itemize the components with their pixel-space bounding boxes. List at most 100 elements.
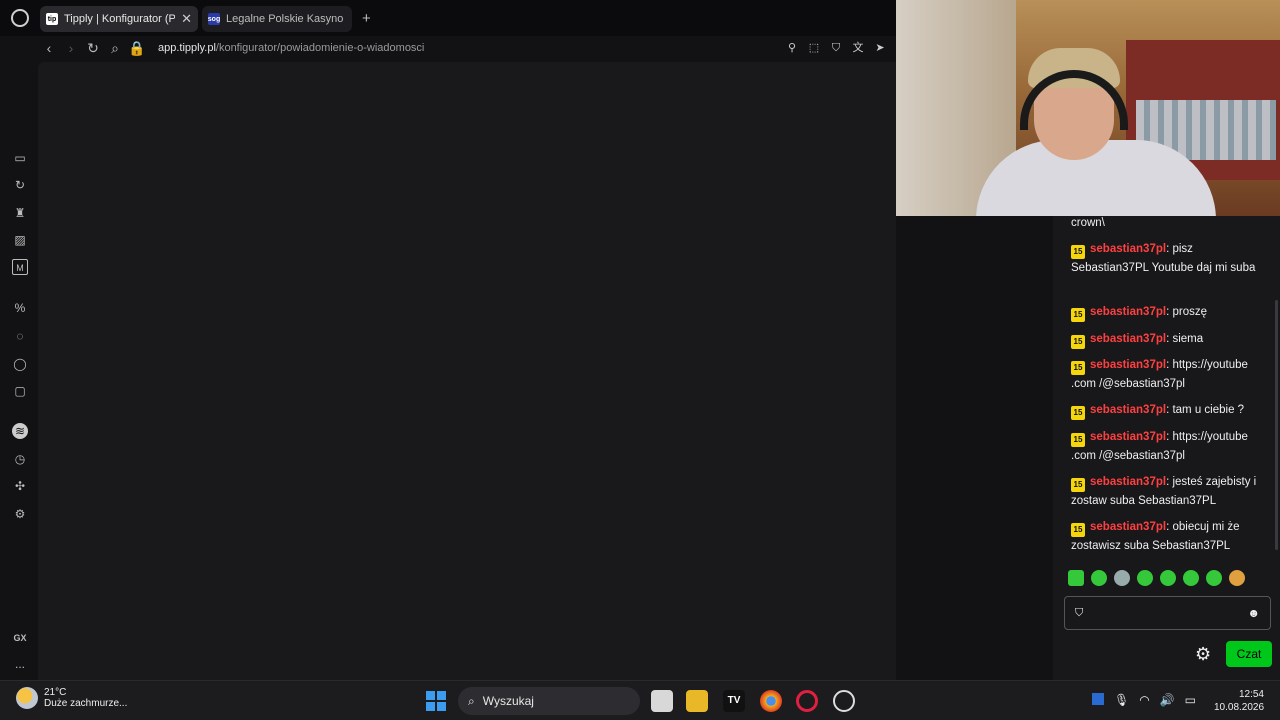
tidal-icon[interactable]: TV bbox=[723, 690, 745, 712]
emote-row bbox=[1068, 570, 1245, 586]
volume-icon[interactable]: 🔊 bbox=[1160, 693, 1175, 707]
chat-username[interactable]: sebastian37pl bbox=[1090, 333, 1166, 345]
lock-icon: 🔒 bbox=[128, 39, 146, 56]
emote-icon[interactable] bbox=[1114, 570, 1130, 586]
task-view-icon[interactable] bbox=[651, 690, 673, 712]
app-tray-icon[interactable] bbox=[1092, 693, 1104, 705]
weather-icon bbox=[16, 687, 38, 709]
spotify-icon[interactable]: ≋ bbox=[12, 423, 28, 439]
chat-scrollbar[interactable] bbox=[1275, 300, 1278, 550]
emote-icon[interactable] bbox=[1206, 570, 1222, 586]
url-host: app.tipply.pl bbox=[158, 42, 216, 54]
tab-bar: tip Tipply | Konfigurator (P ✕ sog Legal… bbox=[0, 0, 896, 36]
back-icon[interactable]: ‹ bbox=[38, 40, 60, 56]
emote-icon[interactable] bbox=[1160, 570, 1176, 586]
emote-icon[interactable] bbox=[1091, 570, 1107, 586]
snapshot-icon[interactable]: ⬚ bbox=[808, 42, 820, 54]
emote-icon[interactable] bbox=[1229, 570, 1245, 586]
forward-icon[interactable]: › bbox=[60, 40, 82, 56]
reload-icon[interactable]: ↻ bbox=[82, 40, 104, 57]
wifi-icon[interactable]: ◠ bbox=[1139, 693, 1149, 707]
sub-badge: 15 bbox=[1071, 478, 1085, 492]
gx-corner-label[interactable]: GX bbox=[12, 630, 28, 646]
chat-message: 15 sebastian37pl: jesteś zajebisty i zost… bbox=[1071, 473, 1267, 510]
extensions-icon[interactable]: ✣ bbox=[12, 478, 28, 494]
emote-icon[interactable] bbox=[1068, 570, 1084, 586]
shield-icon[interactable]: ⛉ bbox=[830, 42, 842, 54]
gaming-icon[interactable]: ▭ bbox=[12, 150, 28, 166]
taskbar-search[interactable]: ⌕ Wyszukaj bbox=[458, 687, 640, 715]
history-icon[interactable]: ◷ bbox=[12, 451, 28, 467]
chat-username[interactable]: sebastian37pl bbox=[1090, 359, 1166, 371]
chat-text: : tam u ciebie ? bbox=[1166, 404, 1245, 416]
chat-username[interactable]: sebastian37pl bbox=[1090, 243, 1166, 255]
chat-username[interactable]: sebastian37pl bbox=[1090, 306, 1166, 318]
chat-settings-icon[interactable]: ⚙ bbox=[1195, 644, 1211, 665]
taskbar: 21°C Duże zachmurze... ⌕ Wyszukaj TV 🎙 ◠… bbox=[0, 680, 1280, 720]
address-bar: ‹ › ↻ ⌕ 🔒 app.tipply.pl/konfigurator/pow… bbox=[0, 36, 896, 60]
system-tray: 🎙 ◠ 🔊 ▭ bbox=[1092, 693, 1196, 707]
chrome-icon[interactable] bbox=[760, 690, 782, 712]
translate-icon[interactable]: 文 bbox=[852, 42, 864, 54]
opera-logo-icon bbox=[11, 9, 29, 27]
settings-icon[interactable]: ⚙ bbox=[12, 506, 28, 522]
weather-widget[interactable]: 21°C Duże zachmurze... bbox=[16, 687, 127, 709]
webcam-overlay bbox=[896, 0, 1280, 216]
chat-message: 15 sebastian37pl: https://youtube .com /@… bbox=[1071, 356, 1267, 393]
tab-title: Legalne Polskie Kasyno Int bbox=[226, 13, 346, 25]
opera-gx-icon[interactable] bbox=[796, 690, 818, 712]
shield-icon[interactable]: ⛉ bbox=[1075, 607, 1083, 620]
tab-tipply[interactable]: tip Tipply | Konfigurator (P ✕ bbox=[40, 6, 198, 32]
windows-start-icon[interactable] bbox=[426, 691, 446, 711]
pin-icon[interactable]: ⚲ bbox=[786, 42, 798, 54]
tab-kasyno[interactable]: sog Legalne Polskie Kasyno Int bbox=[202, 6, 352, 32]
chat-cut-line: crown\ bbox=[1071, 217, 1105, 229]
emoji-icon[interactable]: ☻ bbox=[1247, 606, 1260, 620]
crown-icon[interactable]: ♜ bbox=[12, 205, 28, 221]
battery-icon[interactable]: ▭ bbox=[1185, 693, 1196, 707]
instagram-icon[interactable]: ▢ bbox=[12, 383, 28, 399]
emote-icon[interactable] bbox=[1183, 570, 1199, 586]
m-icon[interactable]: M bbox=[12, 259, 28, 275]
chat-text: : proszę bbox=[1166, 306, 1207, 318]
opera-menu-button[interactable] bbox=[0, 0, 40, 36]
chat-username[interactable]: sebastian37pl bbox=[1090, 521, 1166, 533]
whatsapp-icon[interactable]: ◯ bbox=[12, 356, 28, 372]
chat-message: 15 sebastian37pl: tam u ciebie ? bbox=[1071, 401, 1267, 420]
page-content bbox=[38, 62, 896, 680]
url-field[interactable]: app.tipply.pl/konfigurator/powiadomienie… bbox=[158, 42, 786, 54]
screen: tip Tipply | Konfigurator (P ✕ sog Legal… bbox=[0, 0, 1280, 720]
chat-send-button[interactable]: Czat bbox=[1226, 641, 1272, 667]
refresh-icon[interactable]: ↻ bbox=[12, 177, 28, 193]
clock-time: 12:54 bbox=[1238, 689, 1264, 700]
sub-badge: 15 bbox=[1071, 245, 1085, 259]
emote-icon[interactable] bbox=[1137, 570, 1153, 586]
chat-username[interactable]: sebastian37pl bbox=[1090, 404, 1166, 416]
layers-icon[interactable]: ▨ bbox=[12, 232, 28, 248]
chat-input[interactable]: ⛉ ☻ bbox=[1064, 596, 1271, 630]
send-icon[interactable]: ➤ bbox=[874, 42, 886, 54]
close-icon[interactable]: ✕ bbox=[181, 11, 192, 27]
chat-message: 15 sebastian37pl: obiecuj mi że zostawisz… bbox=[1071, 518, 1267, 555]
sub-badge: 15 bbox=[1071, 433, 1085, 447]
microphone-icon[interactable]: 🎙 bbox=[1114, 693, 1129, 707]
file-explorer-icon[interactable] bbox=[686, 690, 708, 712]
chat-username[interactable]: sebastian37pl bbox=[1090, 476, 1166, 488]
obs-icon[interactable] bbox=[833, 690, 855, 712]
chat-username[interactable]: sebastian37pl bbox=[1090, 431, 1166, 443]
new-tab-icon[interactable]: + bbox=[362, 10, 371, 27]
sub-badge: 15 bbox=[1071, 335, 1085, 349]
search-icon[interactable]: ⌕ bbox=[104, 40, 126, 57]
url-path: /konfigurator/powiadomienie-o-wiadomosci bbox=[215, 42, 425, 54]
percent-icon[interactable]: % bbox=[12, 300, 28, 316]
tab-title: Tipply | Konfigurator (P bbox=[64, 13, 176, 25]
sub-badge: 15 bbox=[1071, 406, 1085, 420]
tab-favicon: tip bbox=[46, 13, 58, 25]
chat-message: 15 sebastian37pl: siema bbox=[1071, 330, 1267, 349]
chat-text: : siema bbox=[1166, 333, 1204, 345]
messenger-icon[interactable]: ◌ bbox=[12, 328, 28, 344]
more-icon[interactable]: ... bbox=[12, 656, 28, 672]
clock[interactable]: 12:54 10.08.2026 bbox=[1214, 688, 1264, 714]
sub-badge: 15 bbox=[1071, 308, 1085, 322]
sidebar: ▭ ↻ ♜ ▨ M % ◌ ◯ ▢ ≋ ◷ ✣ ⚙ GX ... bbox=[0, 60, 40, 680]
